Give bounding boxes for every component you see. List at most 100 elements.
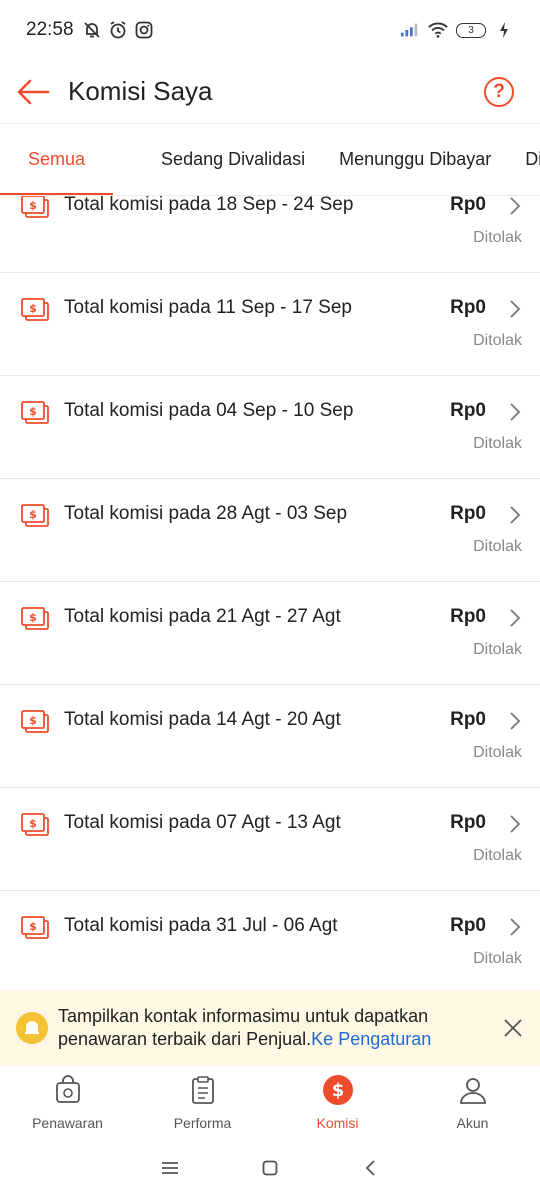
charging-icon (494, 20, 514, 40)
help-button[interactable]: ? (484, 76, 514, 107)
commission-status: Ditolak (473, 538, 522, 555)
commission-amount: Rp0 (450, 915, 486, 936)
commission-list[interactable]: $ Total komisi pada 18 Sep - 24 Sep Rp0 … (0, 196, 540, 990)
banner-message: Tampilkan kontak informasimu untuk dapat… (58, 1005, 478, 1051)
nav-akun[interactable]: Akun (405, 1066, 540, 1136)
back-system-button[interactable] (358, 1156, 382, 1180)
commission-period: Total komisi pada 31 Jul - 06 Agt (64, 915, 338, 936)
bell-off-icon (82, 20, 102, 40)
money-bill-icon: $ (21, 504, 49, 527)
tab-menunggu-dibayar[interactable]: Menunggu Dibayar (339, 124, 491, 195)
hamburger-icon (162, 1162, 178, 1174)
nav-label-komisi: Komisi (316, 1115, 359, 1131)
commission-status: Ditolak (473, 435, 522, 452)
settings-link[interactable]: Ke Pengaturan (311, 1029, 431, 1049)
nav-performa[interactable]: Performa (135, 1066, 270, 1136)
close-icon (504, 1019, 522, 1037)
commission-list-inner: $ Total komisi pada 18 Sep - 24 Sep Rp0 … (0, 196, 540, 990)
commission-status: Ditolak (473, 744, 522, 761)
money-bill-icon: $ (21, 813, 49, 836)
commission-amount: Rp0 (450, 812, 486, 833)
instagram-icon (134, 20, 154, 40)
money-bill-icon: $ (21, 607, 49, 630)
wifi-icon (428, 20, 448, 40)
chevron-left-icon (365, 1160, 375, 1176)
commission-row[interactable]: $ Total komisi pada 04 Sep - 10 Sep Rp0 … (0, 376, 540, 479)
close-banner-button[interactable] (502, 1017, 524, 1039)
tab-sedang-divalidasi[interactable]: Sedang Divalidasi (161, 124, 305, 195)
nav-label-penawaran: Penawaran (32, 1115, 103, 1131)
tab-semua[interactable]: Semua (0, 124, 114, 195)
offer-bag-icon (52, 1074, 84, 1106)
chevron-right-icon (510, 197, 521, 215)
commission-row[interactable]: $ Total komisi pada 07 Agt - 13 Agt Rp0 … (0, 788, 540, 891)
nav-label-performa: Performa (173, 1115, 232, 1131)
dollar-coin-icon: $ (322, 1074, 354, 1106)
nav-komisi[interactable]: $ Komisi (270, 1066, 405, 1136)
status-icons-right: 3 (400, 20, 514, 40)
commission-row[interactable]: $ Total komisi pada 11 Sep - 17 Sep Rp0 … (0, 273, 540, 376)
alarm-icon (108, 20, 128, 40)
chevron-right-icon (510, 918, 521, 936)
svg-text:$: $ (29, 302, 37, 315)
money-bill-icon: $ (21, 196, 49, 218)
commission-row[interactable]: $ Total komisi pada 18 Sep - 24 Sep Rp0 … (0, 196, 540, 273)
svg-text:$: $ (331, 1080, 344, 1101)
chevron-right-icon (510, 506, 521, 524)
page-title: Komisi Saya (68, 76, 213, 106)
chevron-right-icon (510, 609, 521, 627)
money-bill-icon: $ (21, 916, 49, 939)
battery-level: 3 (456, 22, 486, 38)
status-bar: 22:58 3 (0, 0, 540, 60)
commission-status: Ditolak (473, 950, 522, 967)
chevron-right-icon (510, 403, 521, 421)
chevron-right-icon (510, 815, 521, 833)
commission-row[interactable]: $ Total komisi pada 31 Jul - 06 Agt Rp0 … (0, 891, 540, 990)
svg-text:$: $ (29, 920, 37, 933)
commission-status: Ditolak (473, 332, 522, 349)
clipboard-icon (187, 1074, 219, 1106)
commission-period: Total komisi pada 07 Agt - 13 Agt (64, 812, 341, 833)
commission-amount: Rp0 (450, 400, 486, 421)
status-icons-left (82, 20, 154, 40)
svg-text:$: $ (29, 611, 37, 624)
user-icon (457, 1074, 489, 1106)
commission-amount: Rp0 (450, 606, 486, 627)
system-nav-bar (0, 1136, 540, 1200)
money-bill-icon: $ (21, 298, 49, 321)
commission-status: Ditolak (473, 229, 522, 246)
commission-row[interactable]: $ Total komisi pada 28 Agt - 03 Sep Rp0 … (0, 479, 540, 582)
commission-status: Ditolak (473, 641, 522, 658)
menu-button[interactable] (158, 1156, 182, 1180)
commission-period: Total komisi pada 21 Agt - 27 Agt (64, 606, 341, 627)
nav-penawaran[interactable]: Penawaran (0, 1066, 135, 1136)
commission-amount: Rp0 (450, 709, 486, 730)
commission-row[interactable]: $ Total komisi pada 21 Agt - 27 Agt Rp0 … (0, 582, 540, 685)
chevron-right-icon (510, 300, 521, 318)
contact-info-banner: Tampilkan kontak informasimu untuk dapat… (0, 990, 540, 1066)
commission-amount: Rp0 (450, 297, 486, 318)
app-header: Komisi Saya ? (0, 60, 540, 124)
svg-text:$: $ (29, 817, 37, 830)
svg-text:$: $ (29, 199, 37, 212)
commission-period: Total komisi pada 11 Sep - 17 Sep (64, 297, 352, 318)
tab-dibayar[interactable]: Dib (525, 124, 540, 195)
home-button[interactable] (258, 1156, 282, 1180)
bell-icon (16, 1012, 48, 1044)
commission-amount: Rp0 (450, 503, 486, 524)
question-mark-icon: ? (493, 80, 505, 102)
money-bill-icon: $ (21, 710, 49, 733)
arrow-left-icon (17, 79, 50, 104)
commission-status: Ditolak (473, 847, 522, 864)
bottom-nav: Penawaran Performa $ Komisi Akun (0, 1066, 540, 1136)
status-time: 22:58 (26, 19, 74, 40)
commission-period: Total komisi pada 14 Agt - 20 Agt (64, 709, 341, 730)
commission-row[interactable]: $ Total komisi pada 14 Agt - 20 Agt Rp0 … (0, 685, 540, 788)
back-button[interactable] (0, 60, 66, 124)
battery-icon: 3 (456, 22, 486, 38)
signal-icon (400, 20, 420, 40)
commission-period: Total komisi pada 04 Sep - 10 Sep (64, 400, 354, 421)
status-tabs: Semua Sedang Divalidasi Menunggu Dibayar… (0, 124, 540, 196)
svg-text:$: $ (29, 405, 37, 418)
svg-text:$: $ (29, 714, 37, 727)
